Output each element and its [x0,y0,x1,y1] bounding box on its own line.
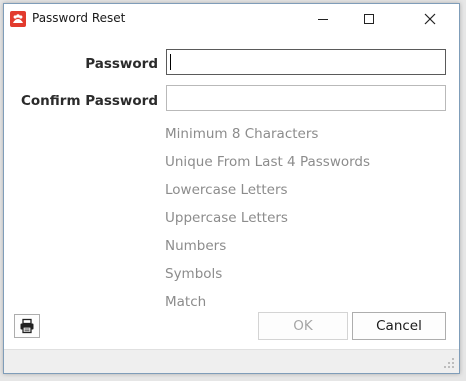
app-logo-icon [10,11,26,27]
text-caret [170,54,171,70]
print-button[interactable] [14,314,40,338]
maximize-icon [364,14,374,24]
requirement-min-length: Minimum 8 Characters [165,126,319,142]
requirement-numbers: Numbers [165,238,227,254]
printer-icon [20,318,34,334]
close-button[interactable] [407,4,453,34]
password-reset-dialog: Password Reset Password Confirm Password… [3,3,460,374]
confirm-password-label: Confirm Password [20,93,158,109]
minimize-button[interactable] [300,4,346,34]
password-input[interactable] [166,49,446,75]
resize-grip-icon[interactable] [443,357,455,369]
maximize-button[interactable] [346,4,392,34]
requirement-uppercase: Uppercase Letters [165,210,288,226]
minimize-icon [318,19,328,20]
requirement-lowercase: Lowercase Letters [165,182,288,198]
status-bar [4,349,459,373]
close-icon [424,13,436,25]
requirement-unique: Unique From Last 4 Passwords [165,154,371,170]
window-title: Password Reset [32,11,126,25]
confirm-password-input[interactable] [166,85,446,111]
cancel-button[interactable]: Cancel [352,312,446,340]
requirement-symbols: Symbols [165,266,223,282]
title-bar[interactable]: Password Reset [4,4,459,34]
password-label: Password [85,56,158,72]
password-requirements: Minimum 8 Characters Unique From Last 4 … [165,120,370,316]
ok-button[interactable]: OK [258,312,348,340]
